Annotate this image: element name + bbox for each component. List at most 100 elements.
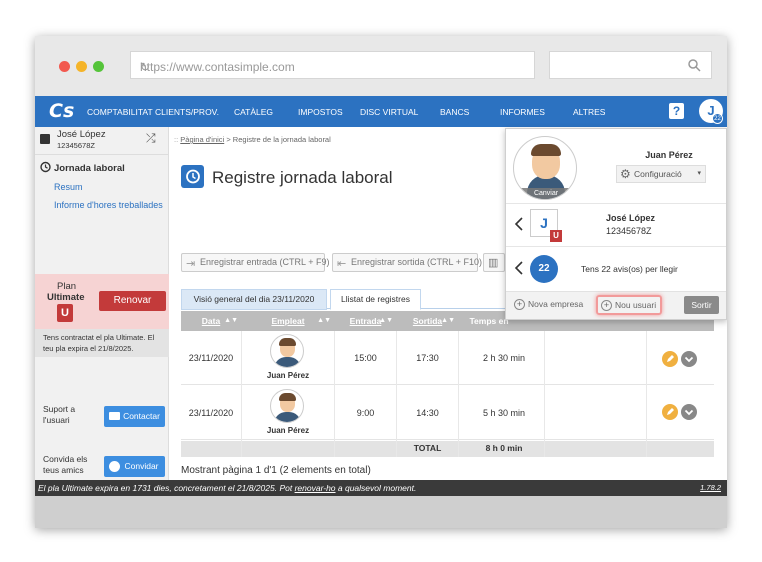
row2-in: 9:00 <box>356 408 375 418</box>
divider <box>646 331 647 457</box>
notifications-text[interactable]: Tens 22 avis(os) per llegir <box>581 264 678 274</box>
browser-chrome: https://www.contasimple.com ↻ <box>35 36 727 96</box>
plan-info-text: Tens contractat el pla Ultimate. El teu … <box>43 333 155 353</box>
chevron-down-icon[interactable] <box>681 351 697 367</box>
breadcrumb-current: Registre de la jornada laboral <box>232 135 331 144</box>
browser-search[interactable] <box>549 51 712 79</box>
tab-overview[interactable]: Visió general del dia 23/11/2020 <box>181 289 327 310</box>
divider <box>35 154 168 155</box>
sidebar-user-name: José López <box>57 129 106 140</box>
config-dropdown[interactable]: ⚙ Configuració ▾ <box>616 165 706 183</box>
divider <box>396 331 397 457</box>
edit-icon[interactable] <box>662 404 678 420</box>
renew-button[interactable]: Renovar <box>99 291 166 311</box>
sidebar-link-informe[interactable]: Informe d'hores treballades <box>54 200 163 210</box>
breadcrumb: :: Pàgina d'inici > Registre de la jorna… <box>174 135 331 144</box>
nav-clients[interactable]: CLIENTS/PROV. <box>155 107 219 117</box>
col-sortida[interactable]: Sortida ▲▼ <box>397 311 458 331</box>
tab-list[interactable]: Llistat de registres <box>330 289 421 310</box>
page-title: Registre jornada laboral <box>212 168 393 187</box>
register-exit-button[interactable]: ⇤ Enregistrar sortida (CTRL + F10) <box>332 253 482 272</box>
popup-company-name: José López <box>606 213 656 223</box>
col-data[interactable]: Data ▲▼ <box>181 311 241 331</box>
user-popup: Canviar Juan Pérez ⚙ Configuració ▾ J U Jo… <box>505 128 727 320</box>
profile-avatar[interactable]: Canviar <box>513 136 577 200</box>
app-logo[interactable]: Cs <box>49 100 74 122</box>
col-empleat-label: Empleat <box>271 316 305 326</box>
pagination-info: Mostrant pàgina 1 d'1 (2 elements en tot… <box>181 465 371 476</box>
browser-bottom <box>35 496 727 528</box>
search-icon <box>688 59 701 72</box>
history-icon <box>181 165 204 188</box>
edit-icon[interactable] <box>662 351 678 367</box>
row2-out: 14:30 <box>416 408 439 418</box>
popup-user-name: Juan Pérez <box>645 150 693 160</box>
switch-user-icon[interactable]: ⤮ <box>146 131 156 146</box>
invite-button[interactable]: Convidar <box>104 456 165 477</box>
sort-icon: ▲▼ <box>317 317 331 324</box>
app-version[interactable]: 1.78.2 <box>700 483 721 492</box>
register-entry-button[interactable]: ⇥ Enregistrar entrada (CTRL + F9) <box>181 253 329 272</box>
row2-date: 23/11/2020 <box>188 408 234 418</box>
help-icon[interactable]: ? <box>669 103 684 119</box>
divider <box>506 203 726 204</box>
new-user-button[interactable]: + Nou usuari <box>596 295 662 315</box>
row1-date: 23/11/2020 <box>188 353 234 363</box>
table-row: 23/11/2020 Juan Pérez 15:00 17:30 2 h 30… <box>181 331 714 385</box>
plus-circle-icon: + <box>601 300 612 311</box>
divider <box>506 246 726 247</box>
table-row: 23/11/2020 Juan Pérez 9:00 14:30 5 h 30 … <box>181 386 714 440</box>
globe-icon <box>109 461 120 472</box>
new-user-label: Nou usuari <box>615 300 657 310</box>
divider <box>544 331 545 457</box>
address-bar[interactable]: https://www.contasimple.com ↻ <box>130 51 535 79</box>
employee-avatar <box>270 334 304 368</box>
chevron-left-icon[interactable] <box>514 216 524 232</box>
change-photo[interactable]: Canviar <box>514 188 576 199</box>
invite-button-label: Convidar <box>124 461 159 471</box>
gear-icon: ⚙ <box>620 167 631 181</box>
sort-icon: ▲▼ <box>224 317 238 324</box>
maximize-dot[interactable] <box>93 61 104 72</box>
col-temps-label: Temps en <box>469 316 509 326</box>
register-exit-label: Enregistrar sortida (CTRL + F10) <box>351 257 482 267</box>
sidebar-link-resum[interactable]: Resum <box>54 182 83 192</box>
browser-window: https://www.contasimple.com ↻ Cs COMPTAB… <box>35 36 727 528</box>
divider <box>458 331 459 457</box>
nav-impostos[interactable]: IMPOSTOS <box>298 107 343 117</box>
contact-button[interactable]: Contactar <box>104 406 165 427</box>
notification-badge: 22 <box>712 113 723 124</box>
sidebar-section-title: Jornada laboral <box>54 163 125 174</box>
sidebar-user-id: 12345678Z <box>57 141 95 150</box>
row2-time: 5 h 30 min <box>482 408 526 418</box>
col-empleat[interactable]: Empleat ▲▼ <box>242 311 334 331</box>
chevron-down-icon[interactable] <box>681 404 697 420</box>
total-label: TOTAL <box>413 443 442 453</box>
nav-altres[interactable]: ALTRES <box>573 107 605 117</box>
chevron-left-icon[interactable] <box>514 260 524 276</box>
renew-link[interactable]: renovar-ho <box>295 483 336 493</box>
clock-history-icon <box>40 161 51 173</box>
footer-bar: El pla Ultimate expira en 1731 dies, con… <box>35 480 727 496</box>
config-label: Configuració <box>634 169 682 179</box>
nav-bancs[interactable]: BANCS <box>440 107 469 117</box>
logout-button[interactable]: Sortir <box>684 296 719 314</box>
nav-cataleg[interactable]: CATÀLEG <box>234 107 273 117</box>
nav-informes[interactable]: INFORMES <box>500 107 545 117</box>
company-plan-badge: U <box>550 230 562 242</box>
sort-icon: ▲▼ <box>441 317 455 324</box>
id-card-icon <box>40 134 50 144</box>
plan-box: Plan Ultimate U Renovar <box>35 274 169 329</box>
reload-icon[interactable]: ↻ <box>140 60 526 74</box>
close-dot[interactable] <box>59 61 70 72</box>
col-entrada[interactable]: Entrada ▲▼ <box>335 311 396 331</box>
chart-button[interactable]: ▥ <box>483 253 505 272</box>
breadcrumb-home[interactable]: Pàgina d'inici <box>180 135 224 144</box>
col-entrada-label: Entrada <box>349 316 382 326</box>
nav-disc-virtual[interactable]: DISC VIRTUAL <box>360 107 418 117</box>
new-company-button[interactable]: + Nova empresa <box>514 299 583 310</box>
nav-comptabilitat[interactable]: COMPTABILITAT <box>87 107 153 117</box>
notifications-badge[interactable]: 22 <box>530 255 558 283</box>
minimize-dot[interactable] <box>76 61 87 72</box>
plan-badge-icon: U <box>57 304 73 322</box>
